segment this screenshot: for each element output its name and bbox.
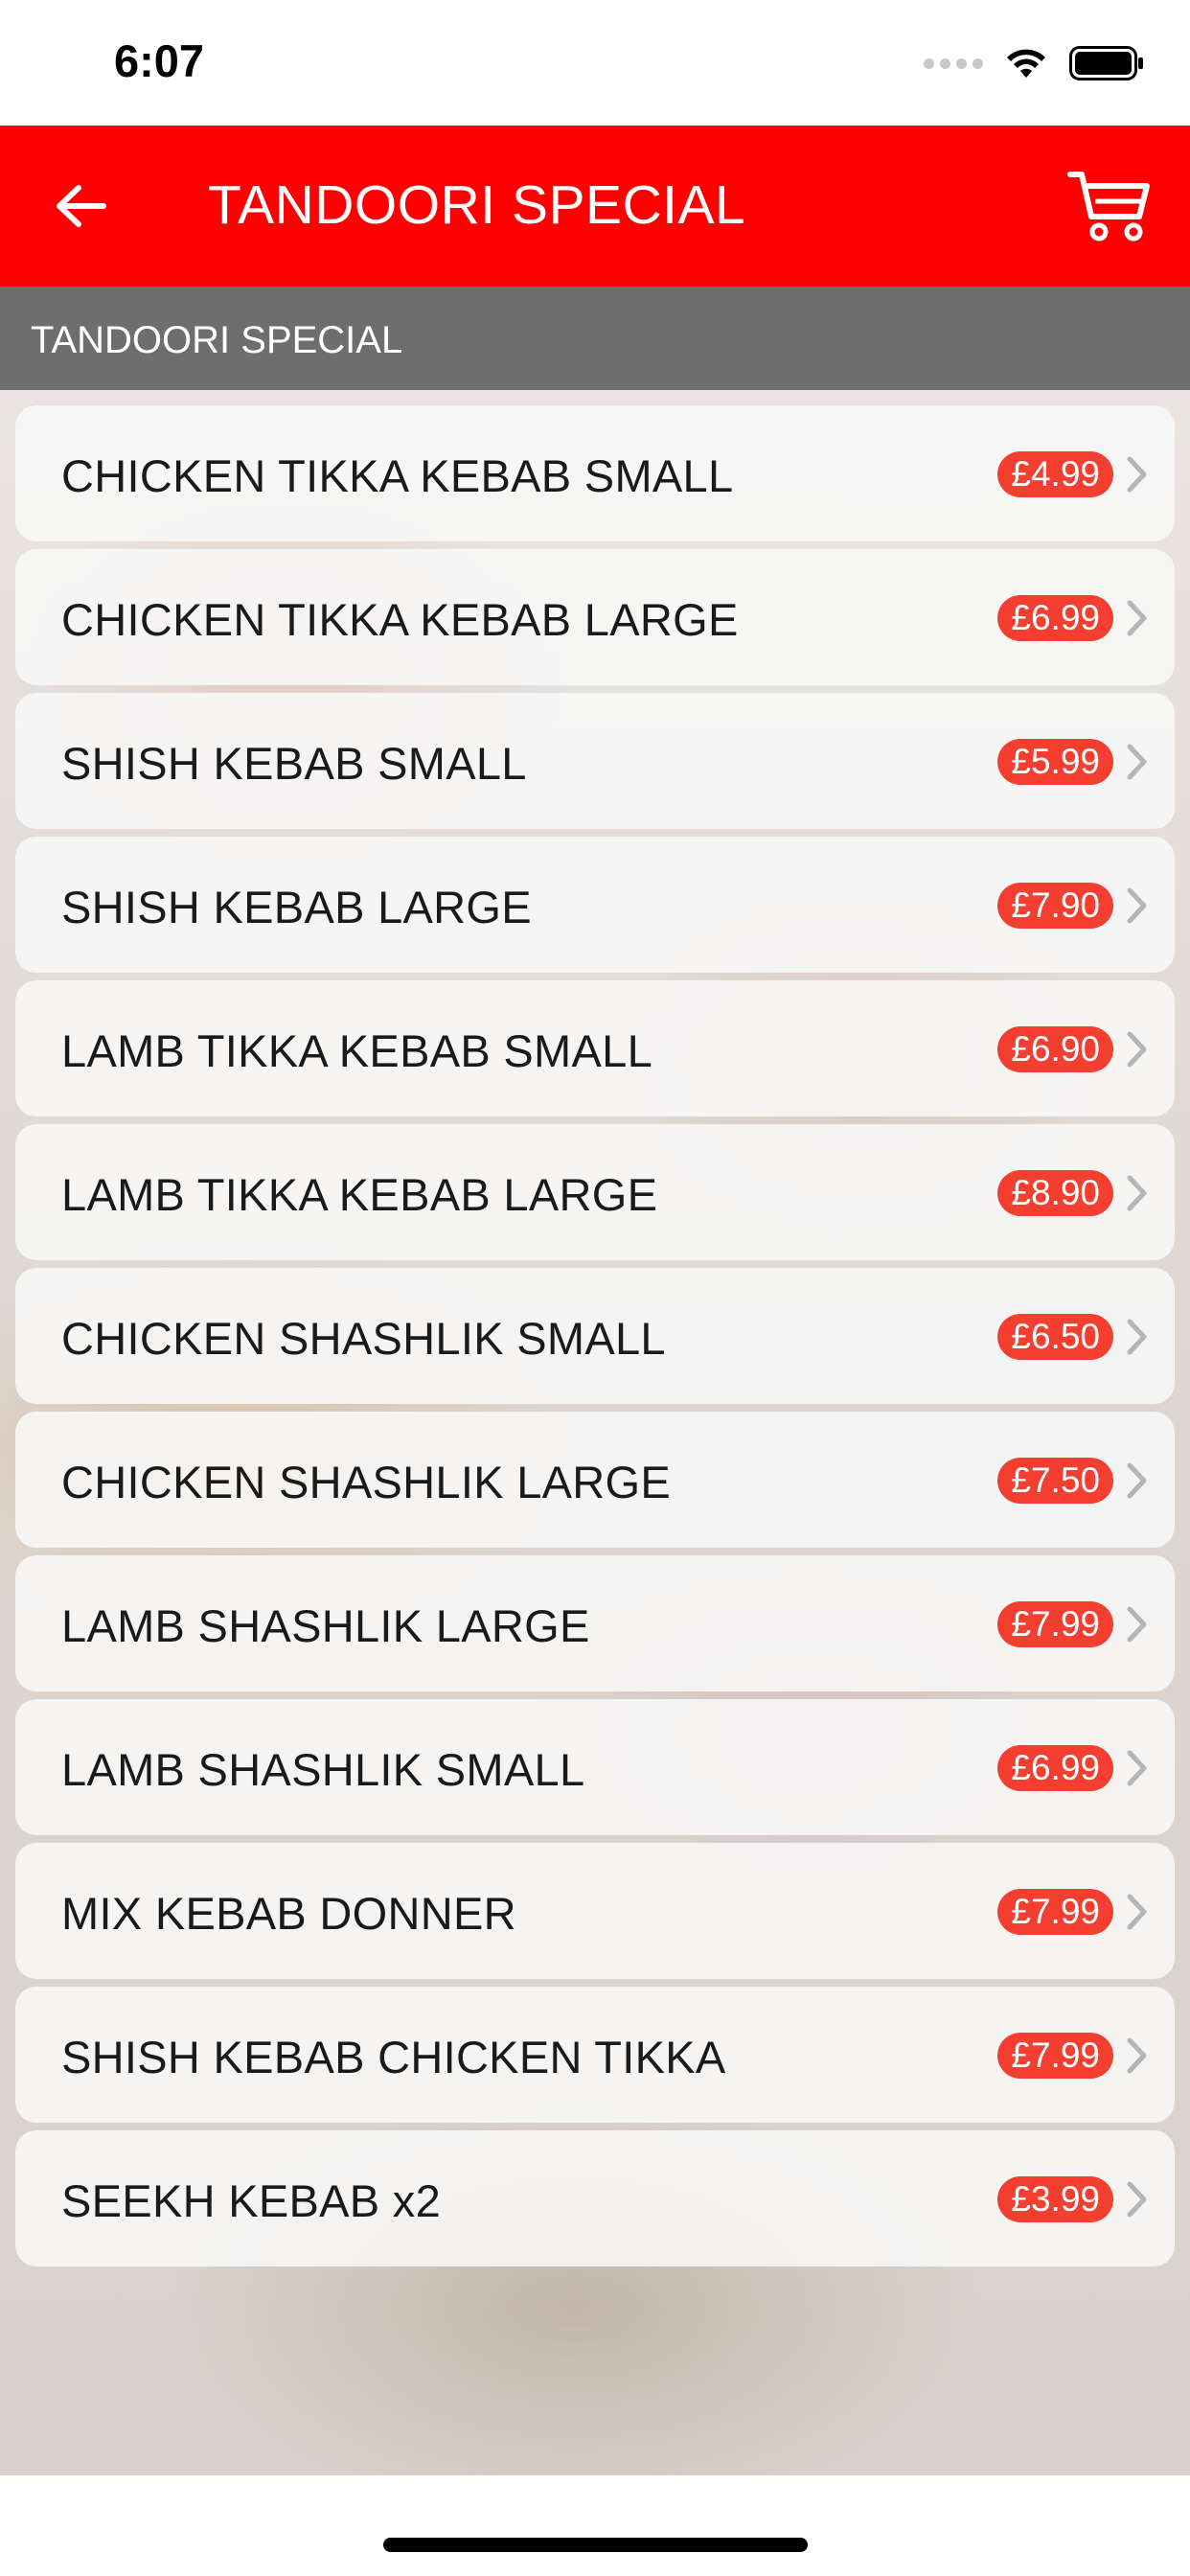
price-badge: £7.50 — [997, 1458, 1113, 1504]
item-name: LAMB SHASHLIK SMALL — [61, 1744, 585, 1795]
item-name: CHICKEN TIKKA KEBAB LARGE — [61, 594, 739, 645]
status-icons — [924, 42, 1144, 84]
item-name: LAMB TIKKA KEBAB LARGE — [61, 1169, 658, 1220]
chevron-right-icon — [1127, 1319, 1147, 1355]
list-item[interactable]: LAMB SHASHLIK SMALL £6.99 — [15, 1699, 1175, 1835]
chevron-right-icon — [1127, 456, 1147, 493]
price-badge: £6.50 — [997, 1314, 1113, 1360]
page-title: TANDOORI SPECIAL — [208, 174, 746, 236]
price-badge: £8.90 — [997, 1170, 1113, 1216]
chevron-right-icon — [1127, 1606, 1147, 1643]
bottom-safe-area — [0, 2475, 1190, 2576]
item-name: SHISH KEBAB LARGE — [61, 882, 532, 932]
list-item[interactable]: SHISH KEBAB SMALL £5.99 — [15, 693, 1175, 829]
price-badge: £5.99 — [997, 739, 1113, 785]
cart-icon — [1067, 172, 1150, 242]
item-name: MIX KEBAB DONNER — [61, 1888, 516, 1939]
item-name: SHISH KEBAB SMALL — [61, 738, 527, 789]
price-badge: £6.99 — [997, 595, 1113, 641]
home-indicator[interactable] — [383, 2538, 808, 2552]
chevron-right-icon — [1127, 744, 1147, 780]
wifi-icon — [1007, 49, 1045, 78]
list-item[interactable]: MIX KEBAB DONNER £7.99 — [15, 1843, 1175, 1979]
status-time: 6:07 — [114, 35, 205, 86]
price-badge: £7.99 — [997, 1601, 1113, 1647]
list-item[interactable]: LAMB TIKKA KEBAB LARGE £8.90 — [15, 1124, 1175, 1260]
chevron-right-icon — [1127, 887, 1147, 924]
price-badge: £6.90 — [997, 1026, 1113, 1072]
item-name: CHICKEN TIKKA KEBAB SMALL — [61, 450, 734, 501]
section-header-label: TANDOORI SPECIAL — [31, 319, 403, 361]
list-item[interactable]: LAMB TIKKA KEBAB SMALL £6.90 — [15, 980, 1175, 1116]
chevron-right-icon — [1127, 2037, 1147, 2074]
item-name: SEEKH KEBAB x2 — [61, 2175, 442, 2226]
item-name: LAMB SHASHLIK LARGE — [61, 1600, 590, 1651]
navigation-bar: TANDOORI SPECIAL — [0, 126, 1190, 287]
price-badge: £7.99 — [997, 2033, 1113, 2079]
section-header: TANDOORI SPECIAL — [0, 287, 1190, 390]
menu-list: CHICKEN TIKKA KEBAB SMALL £4.99 CHICKEN … — [15, 405, 1175, 2274]
back-button[interactable] — [46, 172, 115, 241]
chevron-right-icon — [1127, 1462, 1147, 1499]
item-name: SHISH KEBAB CHICKEN TIKKA — [61, 2032, 726, 2082]
chevron-right-icon — [1127, 1175, 1147, 1211]
list-item[interactable]: SHISH KEBAB LARGE £7.90 — [15, 837, 1175, 973]
price-badge: £6.99 — [997, 1745, 1113, 1791]
list-item[interactable]: CHICKEN TIKKA KEBAB SMALL £4.99 — [15, 405, 1175, 541]
item-name: CHICKEN SHASHLIK LARGE — [61, 1457, 672, 1507]
list-item[interactable]: CHICKEN SHASHLIK SMALL £6.50 — [15, 1268, 1175, 1404]
chevron-right-icon — [1127, 600, 1147, 636]
list-item[interactable]: LAMB SHASHLIK LARGE £7.99 — [15, 1555, 1175, 1691]
item-name: CHICKEN SHASHLIK SMALL — [61, 1313, 666, 1364]
item-name: LAMB TIKKA KEBAB SMALL — [61, 1025, 653, 1076]
arrow-left-icon — [57, 185, 106, 227]
list-item[interactable]: CHICKEN TIKKA KEBAB LARGE £6.99 — [15, 549, 1175, 685]
chevron-right-icon — [1127, 1750, 1147, 1786]
chevron-right-icon — [1127, 1894, 1147, 1930]
chevron-right-icon — [1127, 1031, 1147, 1068]
price-badge: £4.99 — [997, 451, 1113, 497]
price-badge: £7.90 — [997, 883, 1113, 929]
menu-content[interactable]: CHICKEN TIKKA KEBAB SMALL £4.99 CHICKEN … — [0, 390, 1190, 2475]
cart-button[interactable] — [1064, 164, 1156, 246]
signal-icon — [924, 58, 983, 69]
price-badge: £3.99 — [997, 2176, 1113, 2222]
battery-icon — [1069, 46, 1143, 80]
list-item[interactable]: CHICKEN SHASHLIK LARGE £7.50 — [15, 1412, 1175, 1548]
price-badge: £7.99 — [997, 1889, 1113, 1935]
list-item[interactable]: SHISH KEBAB CHICKEN TIKKA £7.99 — [15, 1987, 1175, 2123]
chevron-right-icon — [1127, 2181, 1147, 2218]
list-item[interactable]: SEEKH KEBAB x2 £3.99 — [15, 2130, 1175, 2266]
status-bar: 6:07 — [0, 0, 1190, 126]
